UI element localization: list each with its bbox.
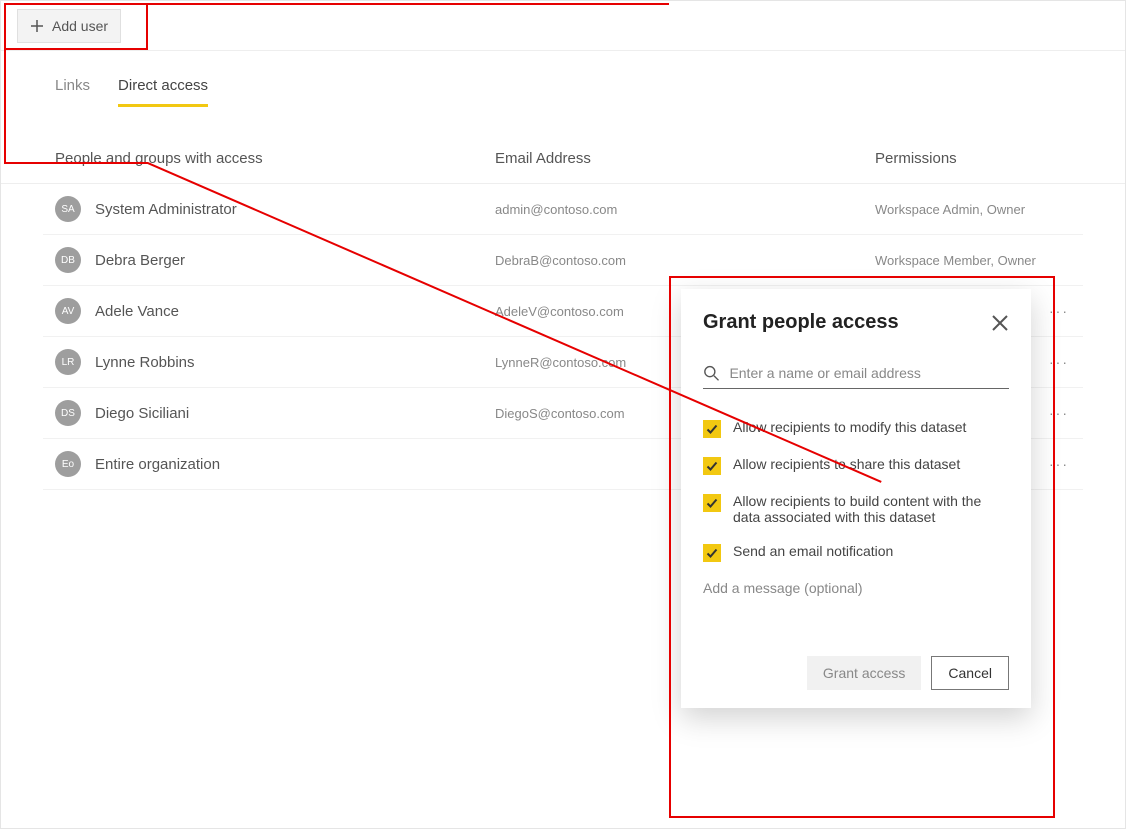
row-identity: LR Lynne Robbins [55, 349, 495, 375]
column-header-permissions: Permissions [875, 150, 1071, 167]
cancel-button[interactable]: Cancel [931, 656, 1009, 690]
avatar: Eo [55, 451, 81, 477]
checkbox-allow-share[interactable] [703, 457, 721, 475]
row-name: System Administrator [95, 201, 237, 218]
more-menu[interactable]: ··· [1047, 405, 1071, 421]
message-input[interactable]: Add a message (optional) [703, 580, 1009, 596]
option-allow-share: Allow recipients to share this dataset [703, 456, 1009, 475]
column-header-people: People and groups with access [55, 150, 495, 167]
page: Add user Links Direct access People and … [0, 0, 1126, 829]
option-allow-modify-label: Allow recipients to modify this dataset [733, 419, 966, 435]
row-name: Debra Berger [95, 252, 185, 269]
check-icon [706, 423, 718, 435]
more-menu[interactable]: ··· [1047, 354, 1071, 370]
toolbar: Add user [1, 1, 1125, 51]
check-icon [706, 497, 718, 509]
checkbox-allow-build[interactable] [703, 494, 721, 512]
grant-access-dialog: Grant people access Allow recipients to … [681, 289, 1031, 708]
option-allow-share-label: Allow recipients to share this dataset [733, 456, 960, 472]
avatar: SA [55, 196, 81, 222]
recipient-search-row [703, 364, 1009, 389]
recipient-search-input[interactable] [729, 365, 1009, 381]
column-header-email: Email Address [495, 150, 875, 167]
row-name: Adele Vance [95, 303, 179, 320]
dialog-header: Grant people access [703, 311, 1009, 334]
row-email: admin@contoso.com [495, 202, 875, 217]
row-identity: SA System Administrator [55, 196, 495, 222]
row-name: Entire organization [95, 456, 220, 473]
row-identity: DB Debra Berger [55, 247, 495, 273]
add-user-button[interactable]: Add user [17, 9, 121, 43]
tabs: Links Direct access [1, 77, 1125, 108]
avatar: AV [55, 298, 81, 324]
more-menu[interactable]: ··· [1047, 456, 1071, 472]
table-header: People and groups with access Email Addr… [1, 108, 1125, 184]
row-name: Lynne Robbins [95, 354, 195, 371]
table-row: DB Debra Berger DebraB@contoso.com Works… [43, 235, 1083, 286]
row-identity: AV Adele Vance [55, 298, 495, 324]
dialog-title: Grant people access [703, 311, 899, 334]
avatar: DB [55, 247, 81, 273]
avatar: DS [55, 400, 81, 426]
row-permission: Workspace Admin, Owner [875, 202, 1047, 217]
checkbox-allow-modify[interactable] [703, 420, 721, 438]
option-send-notification: Send an email notification [703, 543, 1009, 562]
avatar: LR [55, 349, 81, 375]
tab-links[interactable]: Links [55, 77, 90, 107]
checkbox-send-notification[interactable] [703, 544, 721, 562]
row-identity: DS Diego Siciliani [55, 400, 495, 426]
grant-access-button[interactable]: Grant access [807, 656, 921, 690]
option-allow-build: Allow recipients to build content with t… [703, 493, 1009, 525]
option-allow-build-label: Allow recipients to build content with t… [733, 493, 1009, 525]
row-email: DebraB@contoso.com [495, 253, 875, 268]
plus-icon [30, 19, 44, 33]
option-send-notification-label: Send an email notification [733, 543, 893, 559]
row-identity: Eo Entire organization [55, 451, 495, 477]
row-name: Diego Siciliani [95, 405, 189, 422]
check-icon [706, 460, 718, 472]
more-menu[interactable]: ··· [1047, 303, 1071, 319]
table-row: SA System Administrator admin@contoso.co… [43, 184, 1083, 235]
dialog-buttons: Grant access Cancel [703, 656, 1009, 690]
close-icon[interactable] [991, 314, 1009, 332]
search-icon [703, 364, 719, 382]
row-permission: Workspace Member, Owner [875, 253, 1047, 268]
option-allow-modify: Allow recipients to modify this dataset [703, 419, 1009, 438]
check-icon [706, 547, 718, 559]
add-user-label: Add user [52, 18, 108, 34]
tab-direct-access[interactable]: Direct access [118, 77, 208, 107]
